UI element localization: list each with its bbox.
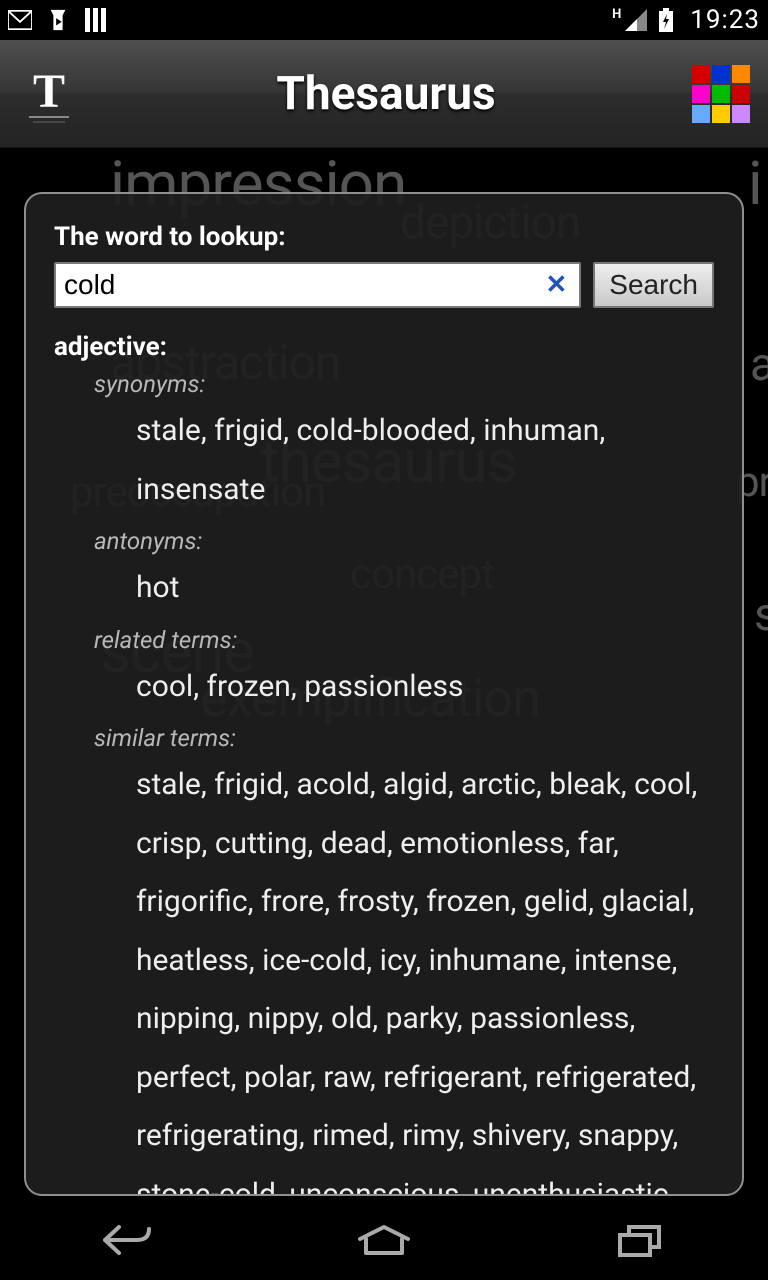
result-card: The word to lookup: ✕ Search adjective: … [24, 192, 744, 1196]
part-of-speech-label: adjective: [54, 332, 714, 362]
section-label: related terms: [94, 626, 714, 654]
section-label: similar terms: [94, 724, 714, 752]
gmail-icon [8, 8, 32, 32]
signal-icon [624, 8, 648, 32]
lookup-label: The word to lookup: [54, 222, 714, 252]
network-type-indicator: H [612, 7, 621, 22]
back-button[interactable] [93, 1220, 163, 1260]
play-store-icon [46, 8, 70, 32]
word-list[interactable]: cool, frozen, passionless [136, 658, 714, 717]
app-title: Thesaurus [80, 67, 692, 121]
app-bar: T Thesaurus [0, 40, 768, 148]
app-logo-icon[interactable]: T [18, 63, 80, 125]
navigation-bar [0, 1200, 768, 1280]
clear-input-icon[interactable]: ✕ [541, 270, 571, 300]
status-bar: H 19:23 [0, 0, 768, 40]
home-button[interactable] [349, 1220, 419, 1260]
word-list[interactable]: stale, frigid, acold, algid, arctic, ble… [136, 756, 714, 1196]
app-notification-icon [84, 8, 108, 32]
word-list[interactable]: stale, frigid, cold-blooded, inhuman, in… [136, 402, 714, 519]
word-list[interactable]: hot [136, 559, 714, 618]
battery-charging-icon [654, 8, 678, 32]
section-label: synonyms: [94, 370, 714, 398]
section-label: antonyms: [94, 527, 714, 555]
clock: 19:23 [690, 5, 760, 35]
recent-apps-button[interactable] [605, 1220, 675, 1260]
search-input-wrapper[interactable]: ✕ [54, 262, 581, 308]
menu-grid-button[interactable] [692, 65, 750, 123]
search-input[interactable] [64, 269, 541, 301]
search-button[interactable]: Search [593, 262, 714, 308]
svg-text:T: T [33, 65, 65, 118]
